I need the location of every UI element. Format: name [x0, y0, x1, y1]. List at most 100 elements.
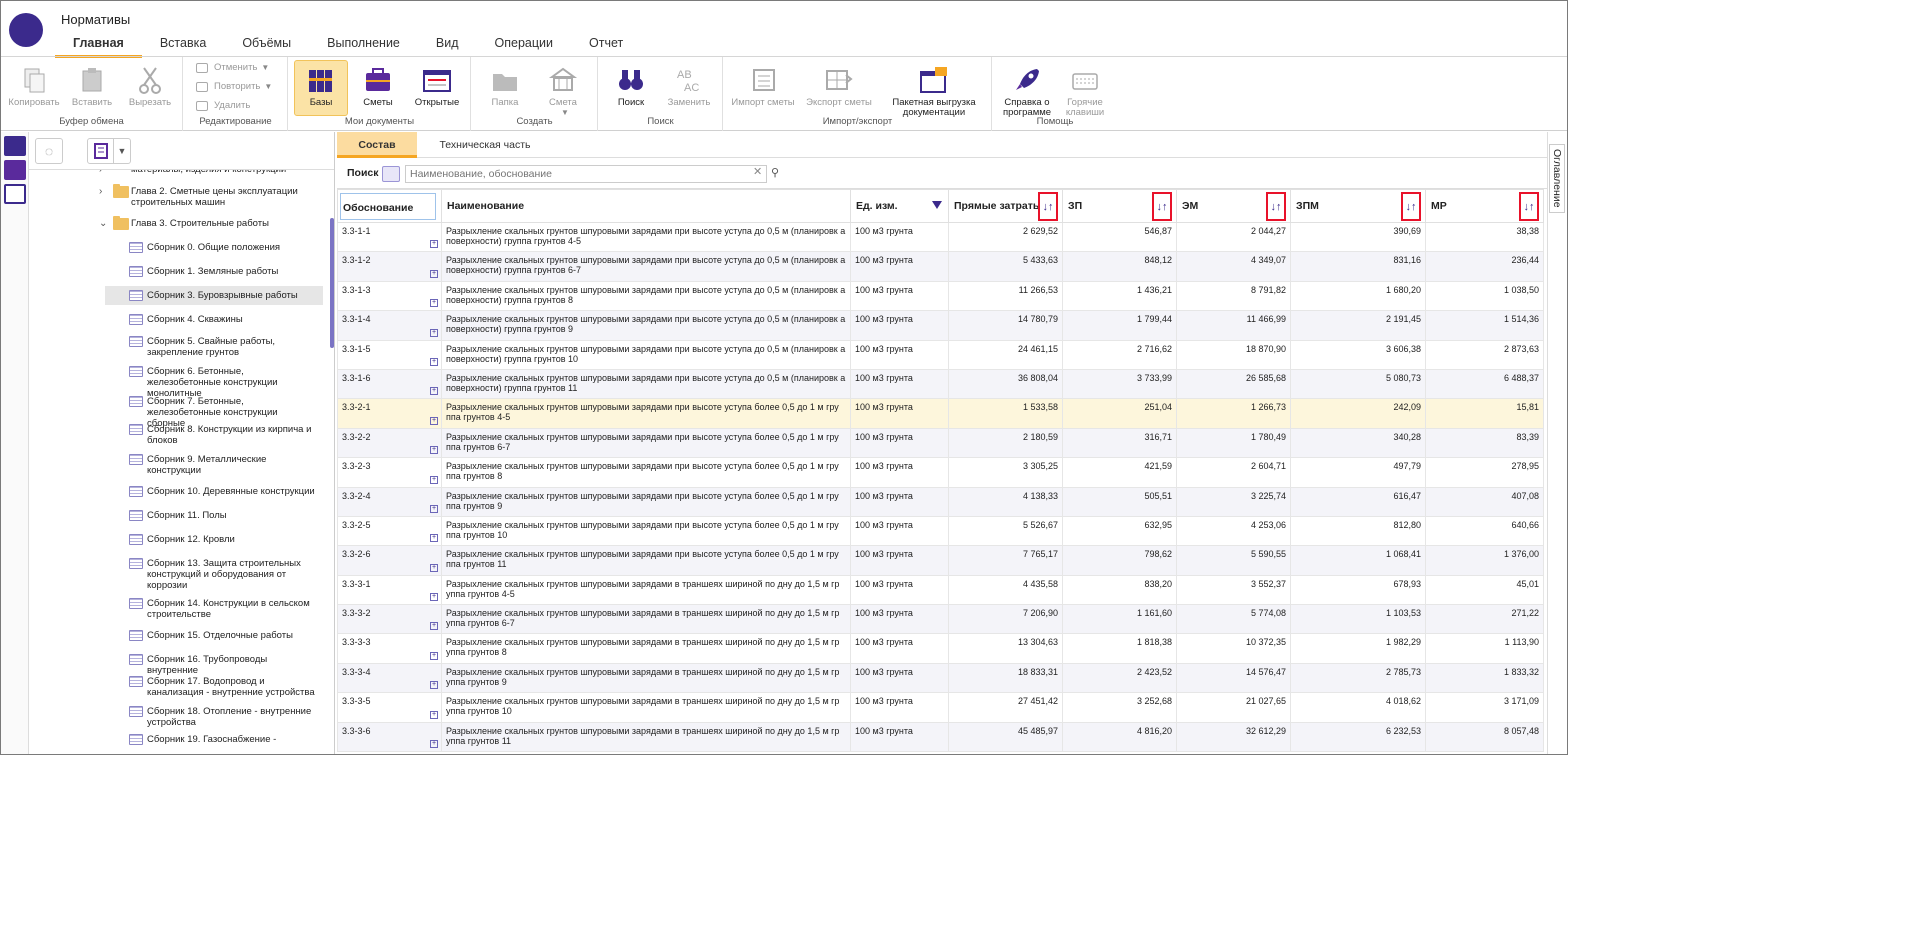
menu-tab[interactable]: Объёмы [224, 34, 309, 56]
expand-icon[interactable]: + [430, 299, 438, 308]
table-row[interactable]: 3.3-1-3 + Разрыхление скальных грунтов шпу… [337, 280, 1544, 312]
sort-icon[interactable]: ↓↑ [1038, 192, 1058, 221]
tree-item[interactable]: Сборник 10. Деревянные конструкции [129, 486, 317, 497]
tab-composition[interactable]: Состав [337, 132, 417, 158]
table-row[interactable]: 3.3-1-5 + Разрыхление скальных грунтов шпу… [337, 339, 1544, 370]
tree-item[interactable]: Сборник 4. Скважины [129, 314, 317, 325]
sort-icon[interactable]: ↓↑ [1266, 192, 1286, 221]
chevron-down-icon[interactable]: ⌄ [99, 218, 107, 229]
tree-item[interactable]: › Глава 2. Сметные цены эксплуатации стро… [99, 184, 323, 208]
cut-button[interactable]: Вырезать [123, 61, 177, 108]
table-row[interactable]: 3.3-3-1 + Разрыхление скальных грунтов шпу… [337, 574, 1544, 606]
table-row[interactable]: 3.3-2-3 + Разрыхление скальных грунтов шпу… [337, 457, 1544, 488]
expand-icon[interactable]: + [430, 622, 438, 631]
tree-item[interactable]: Сборник 8. Конструкции из кирпича и блок… [129, 424, 317, 446]
hide-icon[interactable]: ◌ [35, 138, 63, 164]
search-icon[interactable]: ⚲ [771, 166, 779, 179]
col-direct[interactable]: Прямые затраты ↓↑ [948, 189, 1063, 223]
menu-tab[interactable]: Отчет [571, 34, 641, 56]
expand-icon[interactable]: + [430, 240, 438, 249]
table-row[interactable]: 3.3-1-2 + Разрыхление скальных грунтов шпу… [337, 251, 1544, 282]
tree-item[interactable]: › материалы, изделия и конструкции [99, 170, 323, 175]
tree-item[interactable]: Сборник 16. Трубопроводы внутренние [129, 654, 317, 676]
chevron-down-icon[interactable]: ▼ [261, 63, 269, 72]
open-docs-button[interactable]: Открытые [409, 61, 465, 108]
tree-item[interactable]: Сборник 15. Отделочные работы [129, 630, 317, 641]
menu-tab[interactable]: Главная [55, 34, 142, 58]
chevron-right-icon[interactable]: › [99, 170, 102, 175]
expand-icon[interactable]: + [430, 475, 438, 484]
table-row[interactable]: 3.3-3-4 + Разрыхление скальных грунтов шпу… [337, 662, 1544, 694]
toc-tab[interactable]: Оглавление [1549, 144, 1565, 213]
tab-technical[interactable]: Техническая часть [429, 132, 541, 158]
tree-item[interactable]: ⌄ Глава 3. Строительные работы [99, 216, 323, 230]
redo-button[interactable]: Повторить ▼ [196, 81, 272, 92]
tree-item[interactable]: Сборник 17. Водопровод и канализация - в… [129, 676, 317, 698]
expand-icon[interactable]: + [430, 740, 438, 749]
tree-item[interactable]: Сборник 14. Конструкции в сельском строи… [129, 598, 317, 620]
tree-item[interactable]: Сборник 19. Газоснабжение - [129, 734, 317, 745]
table-row[interactable]: 3.3-3-5 + Разрыхление скальных грунтов шпу… [337, 692, 1544, 723]
tree-item[interactable]: Сборник 9. Металлические конструкции [129, 454, 317, 476]
rail-bases-icon[interactable] [4, 136, 26, 156]
expand-icon[interactable]: + [430, 416, 438, 425]
col-name[interactable]: Наименование [441, 189, 851, 223]
table-row[interactable]: 3.3-1-4 + Разрыхление скальных грунтов шпу… [337, 310, 1544, 341]
folder-button[interactable]: Папка [478, 61, 532, 108]
about-button[interactable]: Справка о программе [999, 61, 1055, 118]
table-row[interactable]: 3.3-3-6 + Разрыхление скальных грунтов шпу… [337, 721, 1544, 753]
find-button[interactable]: Поиск [605, 61, 657, 108]
table-row[interactable]: 3.3-1-1 + Разрыхление скальных грунтов шпу… [337, 221, 1544, 253]
tree-item[interactable]: Сборник 6. Бетонные, железобетонные конс… [129, 366, 317, 399]
col-zp[interactable]: ЗП ↓↑ [1062, 189, 1177, 223]
rail-open-icon[interactable] [4, 184, 26, 204]
col-mr[interactable]: МР ↓↑ [1425, 189, 1544, 223]
search-input[interactable] [405, 165, 767, 183]
expand-icon[interactable]: + [430, 446, 438, 455]
chevron-right-icon[interactable]: › [99, 186, 102, 197]
expand-icon[interactable]: + [430, 357, 438, 366]
menu-tab[interactable]: Вставка [142, 34, 224, 56]
expand-icon[interactable]: + [430, 710, 438, 719]
expand-icon[interactable]: + [430, 328, 438, 337]
chevron-down-icon[interactable]: ▼ [114, 146, 130, 156]
tree-item[interactable]: Сборник 12. Кровли [129, 534, 317, 545]
expand-icon[interactable]: + [430, 534, 438, 543]
tree-item[interactable]: Сборник 0. Общие положения [129, 242, 317, 253]
sort-icon[interactable]: ↓↑ [1401, 192, 1421, 221]
new-estimate-button[interactable]: Смета ▼ [536, 61, 590, 118]
menu-tab[interactable]: Операции [477, 34, 571, 56]
replace-button[interactable]: AB AC Заменить [661, 61, 717, 108]
col-code[interactable]: Обоснование [337, 189, 442, 223]
delete-button[interactable]: Удалить [196, 100, 250, 111]
tree-item[interactable]: Сборник 1. Земляные работы [129, 266, 317, 277]
copy-button[interactable]: Копировать [7, 61, 61, 108]
sort-icon[interactable]: ↓↑ [1152, 192, 1172, 221]
col-em[interactable]: ЭМ ↓↑ [1176, 189, 1291, 223]
table-row[interactable]: 3.3-2-4 + Разрыхление скальных грунтов шпу… [337, 486, 1544, 517]
expand-icon[interactable]: + [430, 563, 438, 572]
expand-icon[interactable]: + [430, 504, 438, 513]
tree-item[interactable]: Сборник 13. Защита строительных конструк… [129, 558, 317, 591]
tree-item[interactable]: Сборник 11. Полы [129, 510, 317, 521]
view-split-button[interactable]: ▼ [87, 138, 131, 164]
table-row[interactable]: 3.3-3-2 + Разрыхление скальных грунтов шпу… [337, 604, 1544, 635]
expand-icon[interactable]: + [430, 651, 438, 660]
table-row[interactable]: 3.3-2-2 + Разрыхление скальных грунтов шпу… [337, 427, 1544, 459]
table-row[interactable]: 3.3-2-5 + Разрыхление скальных грунтов шпу… [337, 515, 1544, 547]
table-row[interactable]: 3.3-2-1 + Разрыхление скальных грунтов шпу… [337, 398, 1544, 429]
list-view-icon[interactable] [88, 139, 114, 163]
col-unit[interactable]: Ед. изм. [850, 189, 949, 223]
menu-tab[interactable]: Выполнение [309, 34, 418, 56]
export-estimate-button[interactable]: Экспорт сметы [800, 61, 878, 108]
hotkeys-button[interactable]: Горячие клавиши [1057, 61, 1113, 118]
app-logo-icon[interactable] [9, 13, 43, 87]
expand-icon[interactable]: + [430, 681, 438, 690]
sort-icon[interactable]: ↓↑ [1519, 192, 1539, 221]
table-row[interactable]: 3.3-1-6 + Разрыхление скальных грунтов шпу… [337, 368, 1544, 400]
table-row[interactable]: 3.3-3-3 + Разрыхление скальных грунтов шпу… [337, 633, 1544, 664]
paste-button[interactable]: Вставить [65, 61, 119, 108]
search-mode-icon[interactable] [382, 166, 400, 182]
menu-tab[interactable]: Вид [418, 34, 477, 56]
tree-item[interactable]: Сборник 18. Отопление - внутренние устро… [129, 706, 317, 728]
